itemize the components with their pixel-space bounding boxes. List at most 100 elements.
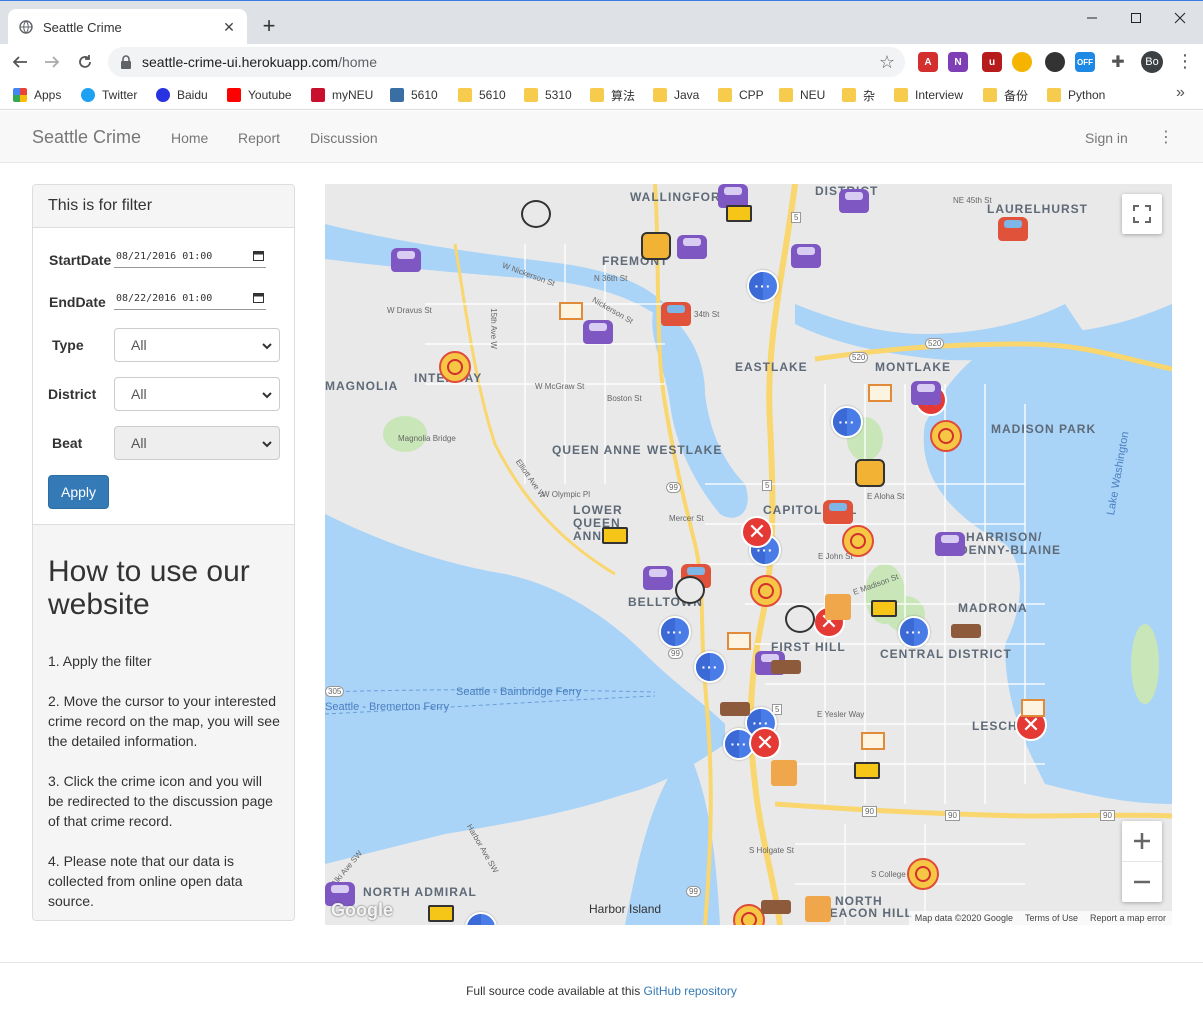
maximize-icon[interactable] [1125,7,1147,29]
fraud-icon[interactable] [855,459,885,487]
more-menu-icon[interactable]: ⋮ [1158,127,1174,147]
burglary-icon[interactable] [1017,689,1045,717]
off-extension-icon[interactable]: OFF [1075,52,1095,72]
bookmark-folder-python[interactable]: Python [1047,85,1105,105]
vehicle-crime-icon[interactable] [583,320,613,344]
burglary-icon[interactable] [857,722,885,750]
cleared-crime-icon[interactable]: ✕ [749,727,781,759]
pdf-extension-icon[interactable]: A [918,52,938,72]
close-tab-icon[interactable]: ✕ [221,19,237,36]
profile-avatar[interactable]: Bo [1141,51,1163,73]
shoplifting-icon[interactable] [425,902,454,925]
apply-button[interactable]: Apply [48,475,109,509]
assault-icon[interactable] [785,605,815,633]
zoom-out-button[interactable] [1122,862,1162,902]
shoplifting-icon[interactable] [851,759,880,783]
crime-map[interactable]: WALLINGFORD LAURELHURST FREMONT EASTLAKE… [325,184,1172,925]
auto-theft-icon[interactable] [998,217,1028,241]
bookmark-myneu[interactable]: myNEU [311,85,373,105]
minimize-icon[interactable] [1081,7,1103,29]
vehicle-crime-icon[interactable] [935,532,965,556]
vehicle-crime-icon[interactable] [911,381,941,405]
bookmark-folder-misc[interactable]: 杂 [842,85,875,105]
vehicle-crime-icon[interactable] [791,244,821,268]
bookmark-folder-cpp[interactable]: CPP [718,85,764,105]
bookmark-youtube[interactable]: Youtube [227,85,292,105]
browser-menu-icon[interactable]: ⋮ [1176,52,1194,70]
shoplifting-icon[interactable] [723,202,752,226]
cluster-marker[interactable]: ··· [747,270,779,302]
sign-in-link[interactable]: Sign in [1085,130,1128,146]
bookmark-folder-neu[interactable]: NEU [779,85,825,105]
start-date-input[interactable]: 08/21/2016 01:00 [114,246,266,268]
bookmark-baidu[interactable]: Baidu [156,85,208,105]
weapon-icon[interactable] [951,624,981,638]
package-theft-icon[interactable] [771,760,797,786]
weapon-icon[interactable] [771,660,801,674]
nav-discussion[interactable]: Discussion [310,130,378,146]
bookmark-5610-p[interactable]: 5610 [390,85,438,105]
type-select[interactable]: All [114,328,280,362]
dots-extension-icon[interactable] [1045,52,1065,72]
back-icon[interactable] [8,50,32,74]
fraud-icon[interactable] [641,232,671,260]
vehicle-crime-icon[interactable] [677,235,707,259]
prohibited-crime-icon[interactable] [750,575,782,607]
calendar-icon[interactable] [253,292,264,303]
fullscreen-button[interactable] [1122,194,1162,234]
bookmark-apps[interactable]: Apps [13,85,61,105]
prohibited-crime-icon[interactable] [907,858,939,890]
terms-of-use-link[interactable]: Terms of Use [1025,913,1078,923]
prohibited-crime-icon[interactable] [842,525,874,557]
nav-home[interactable]: Home [171,130,208,146]
moon-extension-icon[interactable] [1012,52,1032,72]
nav-report[interactable]: Report [238,130,280,146]
github-repository-link[interactable]: GitHub repository [644,984,737,998]
assault-icon[interactable] [675,576,705,604]
assault-icon[interactable] [521,200,551,228]
new-tab-icon[interactable]: + [258,15,280,37]
weapon-icon[interactable] [720,702,750,716]
reload-icon[interactable] [73,50,97,74]
forward-icon[interactable] [40,50,64,74]
end-date-input[interactable]: 08/22/2016 01:00 [114,288,266,310]
address-bar[interactable]: seattle-crime-ui.herokuapp.com/home ☆ [108,47,905,77]
cluster-marker[interactable]: ··· [694,651,726,683]
prohibited-crime-icon[interactable] [439,351,471,383]
ublock-extension-icon[interactable]: u [982,52,1002,72]
puzzle-extensions-icon[interactable]: ✚ [1108,52,1128,72]
bookmark-twitter[interactable]: Twitter [81,85,137,105]
bookmark-folder-algo[interactable]: 算法 [590,85,635,105]
burglary-icon[interactable] [555,292,583,320]
bookmark-folder-5310[interactable]: 5310 [524,85,572,105]
cluster-marker[interactable]: ··· [831,406,863,438]
bookmark-star-icon[interactable]: ☆ [879,52,895,73]
shoplifting-icon[interactable] [868,597,897,621]
report-map-error-link[interactable]: Report a map error [1090,913,1166,923]
vehicle-crime-icon[interactable] [839,189,869,213]
vehicle-crime-icon[interactable] [643,566,673,590]
cluster-marker[interactable]: ··· [659,616,691,648]
bookmark-folder-backup[interactable]: 备份 [983,85,1028,105]
burglary-icon[interactable] [723,622,751,650]
bookmark-folder-java[interactable]: Java [653,85,699,105]
bookmark-folder-interview[interactable]: Interview [894,85,963,105]
package-theft-icon[interactable] [805,896,831,922]
zoom-in-button[interactable] [1122,822,1162,862]
calendar-icon[interactable] [253,250,264,261]
navbar-brand[interactable]: Seattle Crime [32,127,141,148]
burglary-icon[interactable] [864,374,892,402]
auto-theft-icon[interactable] [823,500,853,524]
bookmark-folder-5610[interactable]: 5610 [458,85,506,105]
bookmarks-overflow-icon[interactable]: » [1176,84,1185,102]
vehicle-crime-icon[interactable] [391,248,421,272]
onenote-extension-icon[interactable]: N [948,52,968,72]
package-theft-icon[interactable] [825,594,851,620]
prohibited-crime-icon[interactable] [930,420,962,452]
browser-tab[interactable]: Seattle Crime ✕ [8,9,247,45]
auto-theft-icon[interactable] [661,302,691,326]
beat-select[interactable]: All [114,426,280,460]
cleared-crime-icon[interactable]: ✕ [741,516,773,548]
cluster-marker[interactable]: ··· [898,616,930,648]
weapon-icon[interactable] [761,900,791,914]
